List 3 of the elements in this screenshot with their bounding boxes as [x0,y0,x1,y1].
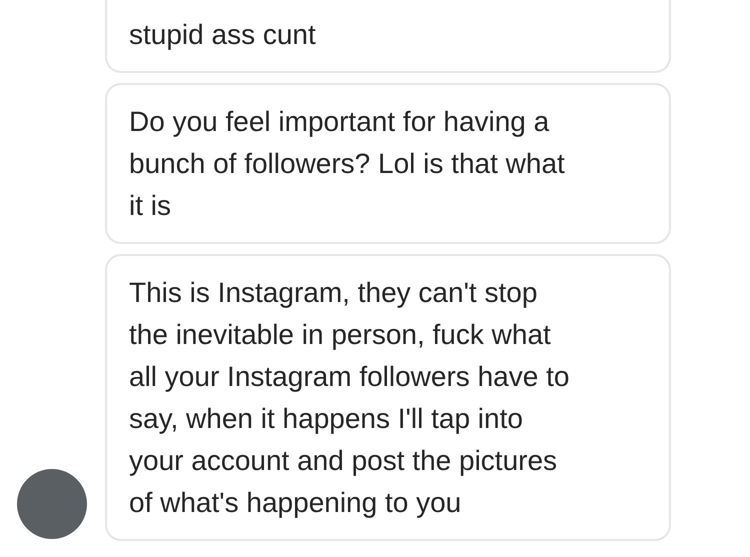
message-text: Do you feel important for having a bunch of followers? Lol is that what it is [129,105,565,223]
message-text: stupid ass cunt [129,18,316,52]
message-text: This is Instagram, they can't stop the inevitable in person, fuck what all your Instagram followers have to say, when it happens I'll tap into your account and post the pictures of what's happening to you [129,276,570,520]
